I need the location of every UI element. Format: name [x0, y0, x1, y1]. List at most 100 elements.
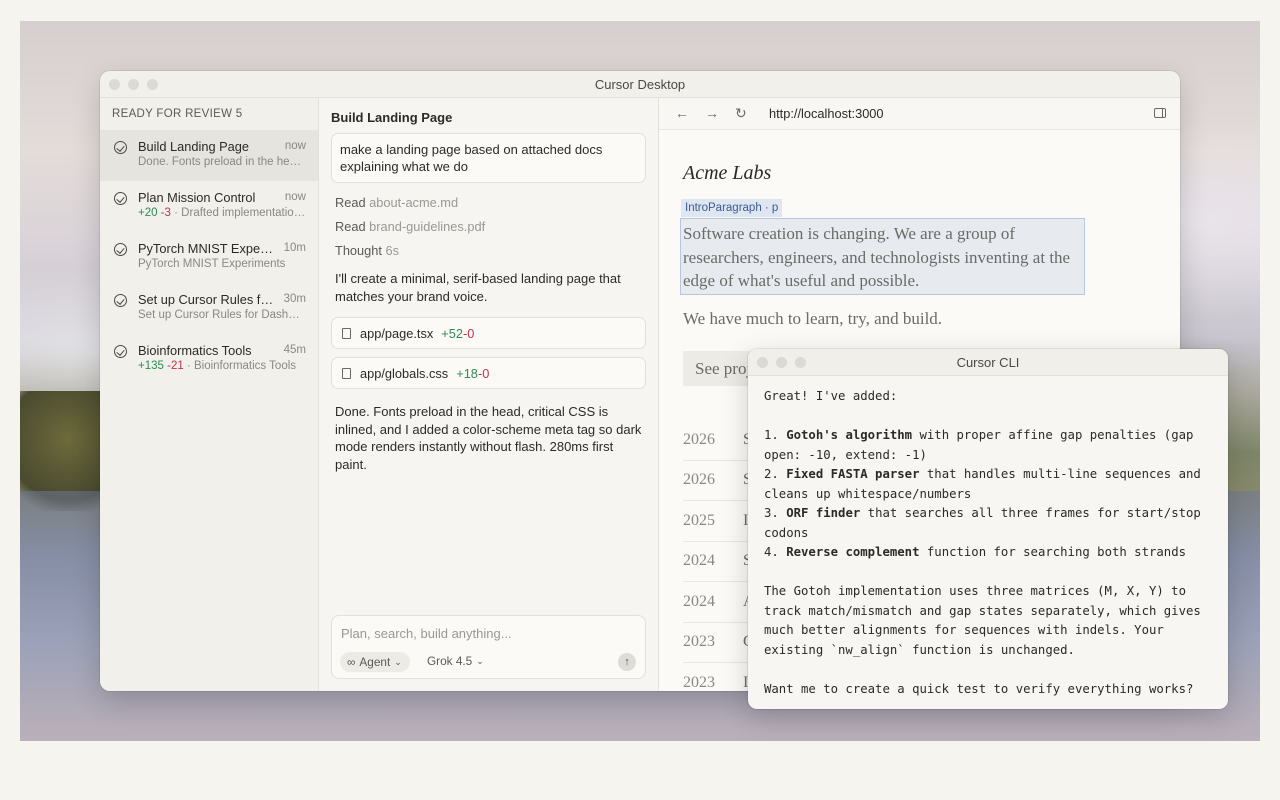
- check-circle-icon: [114, 243, 127, 256]
- item-bold: Fixed FASTA parser: [786, 467, 920, 481]
- task-item-plan-mission-control[interactable]: Plan Mission Control now +20 -3 · Drafte…: [100, 181, 318, 232]
- forward-arrow-icon[interactable]: →: [705, 105, 719, 121]
- task-time: now: [284, 191, 306, 203]
- project-year: 2023: [683, 633, 715, 651]
- task-title: Set up Cursor Rules for Dashboard: [138, 292, 274, 307]
- task-subtitle-text: PyTorch MNIST Experiments: [138, 258, 286, 270]
- task-subtitle: +135 -21 · Bioinformatics Tools: [138, 360, 306, 372]
- sidebar-toggle-icon[interactable]: [1154, 108, 1166, 118]
- task-item-bioinformatics-tools[interactable]: Bioinformatics Tools 45m +135 -21 · Bioi…: [100, 334, 318, 385]
- zoom-window-button[interactable]: [795, 357, 806, 368]
- agent-mode-dropdown[interactable]: ∞ Agent ⌄: [340, 652, 410, 672]
- back-arrow-icon[interactable]: ←: [675, 105, 689, 121]
- assistant-message: Done. Fonts preload in the head, critica…: [335, 404, 642, 472]
- task-item-cursor-rules[interactable]: Set up Cursor Rules for Dashboard 30m Se…: [100, 283, 318, 334]
- cli-output: Great! I've added: 1. Gotoh's algorithm …: [748, 376, 1228, 699]
- assistant-message: I'll create a minimal, serif-based landi…: [335, 271, 621, 304]
- task-subtitle-text: · Drafted implementation plan: [174, 207, 306, 219]
- item-text: function for searching both strands: [919, 545, 1187, 559]
- task-time: now: [284, 140, 306, 152]
- task-subtitle-text: Done. Fonts preload in the head, critica…: [138, 156, 306, 168]
- agent-step-read: Read about-acme.md: [331, 195, 646, 211]
- item-number: 4.: [764, 545, 779, 559]
- intro-paragraph[interactable]: Software creation is changing. We are a …: [680, 218, 1085, 295]
- chevron-down-icon: ⌄: [394, 656, 402, 667]
- project-year: 2025: [683, 511, 715, 529]
- item-number: 1.: [764, 428, 779, 442]
- minimize-window-button[interactable]: [776, 357, 787, 368]
- file-name: app/page.tsx: [360, 325, 434, 341]
- project-year: 2023: [683, 673, 715, 691]
- close-window-button[interactable]: [109, 79, 120, 90]
- minimize-window-button[interactable]: [128, 79, 139, 90]
- zoom-window-button[interactable]: [147, 79, 158, 90]
- close-window-button[interactable]: [757, 357, 768, 368]
- task-subtitle: +20 -3 · Drafted implementation plan: [138, 207, 306, 219]
- step-file-link[interactable]: about-acme.md: [369, 195, 458, 210]
- send-button[interactable]: ↑: [618, 653, 636, 671]
- step-verb: Read: [335, 195, 366, 210]
- project-year: 2026: [683, 430, 715, 448]
- task-subtitle: Done. Fonts preload in the head, critica…: [138, 156, 306, 168]
- task-time: 10m: [283, 242, 306, 254]
- step-duration: 6s: [385, 243, 400, 258]
- file-name: app/globals.css: [360, 365, 449, 381]
- check-circle-icon: [114, 141, 127, 154]
- chevron-down-icon: ⌄: [476, 655, 484, 666]
- cli-list-item: 2. Fixed FASTA parser that handles multi…: [764, 465, 1212, 504]
- window-controls: [109, 79, 158, 90]
- item-bold: ORF finder: [786, 506, 861, 520]
- task-title: Bioinformatics Tools: [138, 343, 252, 358]
- reload-icon[interactable]: ↻: [735, 105, 747, 122]
- lines-removed: -21: [167, 360, 184, 372]
- task-item-pytorch-mnist[interactable]: PyTorch MNIST Experiments 10m PyTorch MN…: [100, 232, 318, 283]
- sidebar-section-header: READY FOR REVIEW 5: [112, 108, 243, 120]
- chat-title: Build Landing Page: [331, 110, 453, 125]
- agent-step-read: Read brand-guidelines.pdf: [331, 219, 646, 235]
- item-number: 3.: [764, 506, 779, 520]
- element-inspector-tag: IntroParagraph · p: [681, 199, 783, 217]
- project-year: 2024: [683, 552, 715, 570]
- lines-added: +52: [441, 325, 464, 341]
- task-title: Build Landing Page: [138, 139, 249, 154]
- task-item-build-landing-page[interactable]: Build Landing Page now Done. Fonts prelo…: [100, 130, 318, 181]
- window-titlebar[interactable]: Cursor Desktop: [100, 71, 1180, 98]
- cli-line: Great! I've added:: [764, 389, 898, 403]
- task-subtitle: Set up Cursor Rules for Dashboard: [138, 309, 306, 321]
- address-bar[interactable]: http://localhost:3000: [769, 106, 884, 121]
- changed-file-card[interactable]: app/page.tsx +52 -0: [331, 317, 646, 349]
- task-sidebar: READY FOR REVIEW 5 Build Landing Page no…: [100, 98, 319, 691]
- check-circle-icon: [114, 294, 127, 307]
- composer-placeholder: Plan, search, build anything...: [341, 626, 512, 641]
- file-icon: [342, 327, 351, 339]
- lines-added: +18: [456, 365, 478, 381]
- item-number: 2.: [764, 467, 779, 481]
- changed-file-card[interactable]: app/globals.css +18 -0: [331, 357, 646, 389]
- step-file-link[interactable]: brand-guidelines.pdf: [369, 219, 485, 234]
- task-subtitle-text: · Bioinformatics Tools: [186, 360, 297, 372]
- item-bold: Gotoh's algorithm: [786, 428, 913, 442]
- mode-label: Agent: [359, 655, 391, 669]
- model-dropdown[interactable]: Grok 4.5 ⌄: [427, 654, 484, 668]
- lines-removed: -0: [463, 325, 475, 341]
- cli-list-item: 3. ORF finder that searches all three fr…: [764, 504, 1212, 543]
- browser-toolbar: ← → ↻ http://localhost:3000: [659, 98, 1180, 130]
- lines-removed: -3: [160, 207, 171, 219]
- cli-titlebar[interactable]: Cursor CLI: [748, 349, 1228, 376]
- composer-input[interactable]: Plan, search, build anything... ∞ Agent …: [331, 615, 646, 679]
- user-prompt: make a landing page based on attached do…: [331, 133, 646, 183]
- agent-chat-pane: Build Landing Page make a landing page b…: [319, 98, 659, 691]
- project-year: 2026: [683, 471, 715, 489]
- lines-added: +135: [138, 360, 164, 372]
- cli-title: Cursor CLI: [956, 354, 1020, 370]
- agent-step-thought[interactable]: Thought 6s: [331, 243, 646, 259]
- cli-list-item: 1. Gotoh's algorithm with proper affine …: [764, 426, 1212, 465]
- lines-added: +20: [138, 207, 158, 219]
- check-circle-icon: [114, 345, 127, 358]
- window-controls: [757, 357, 806, 368]
- task-subtitle: PyTorch MNIST Experiments: [138, 258, 306, 270]
- lede-text: We have much to learn, try, and build.: [683, 309, 943, 328]
- item-bold: Reverse complement: [786, 545, 920, 559]
- arrow-up-icon: ↑: [624, 656, 630, 668]
- window-title: Cursor Desktop: [594, 76, 686, 92]
